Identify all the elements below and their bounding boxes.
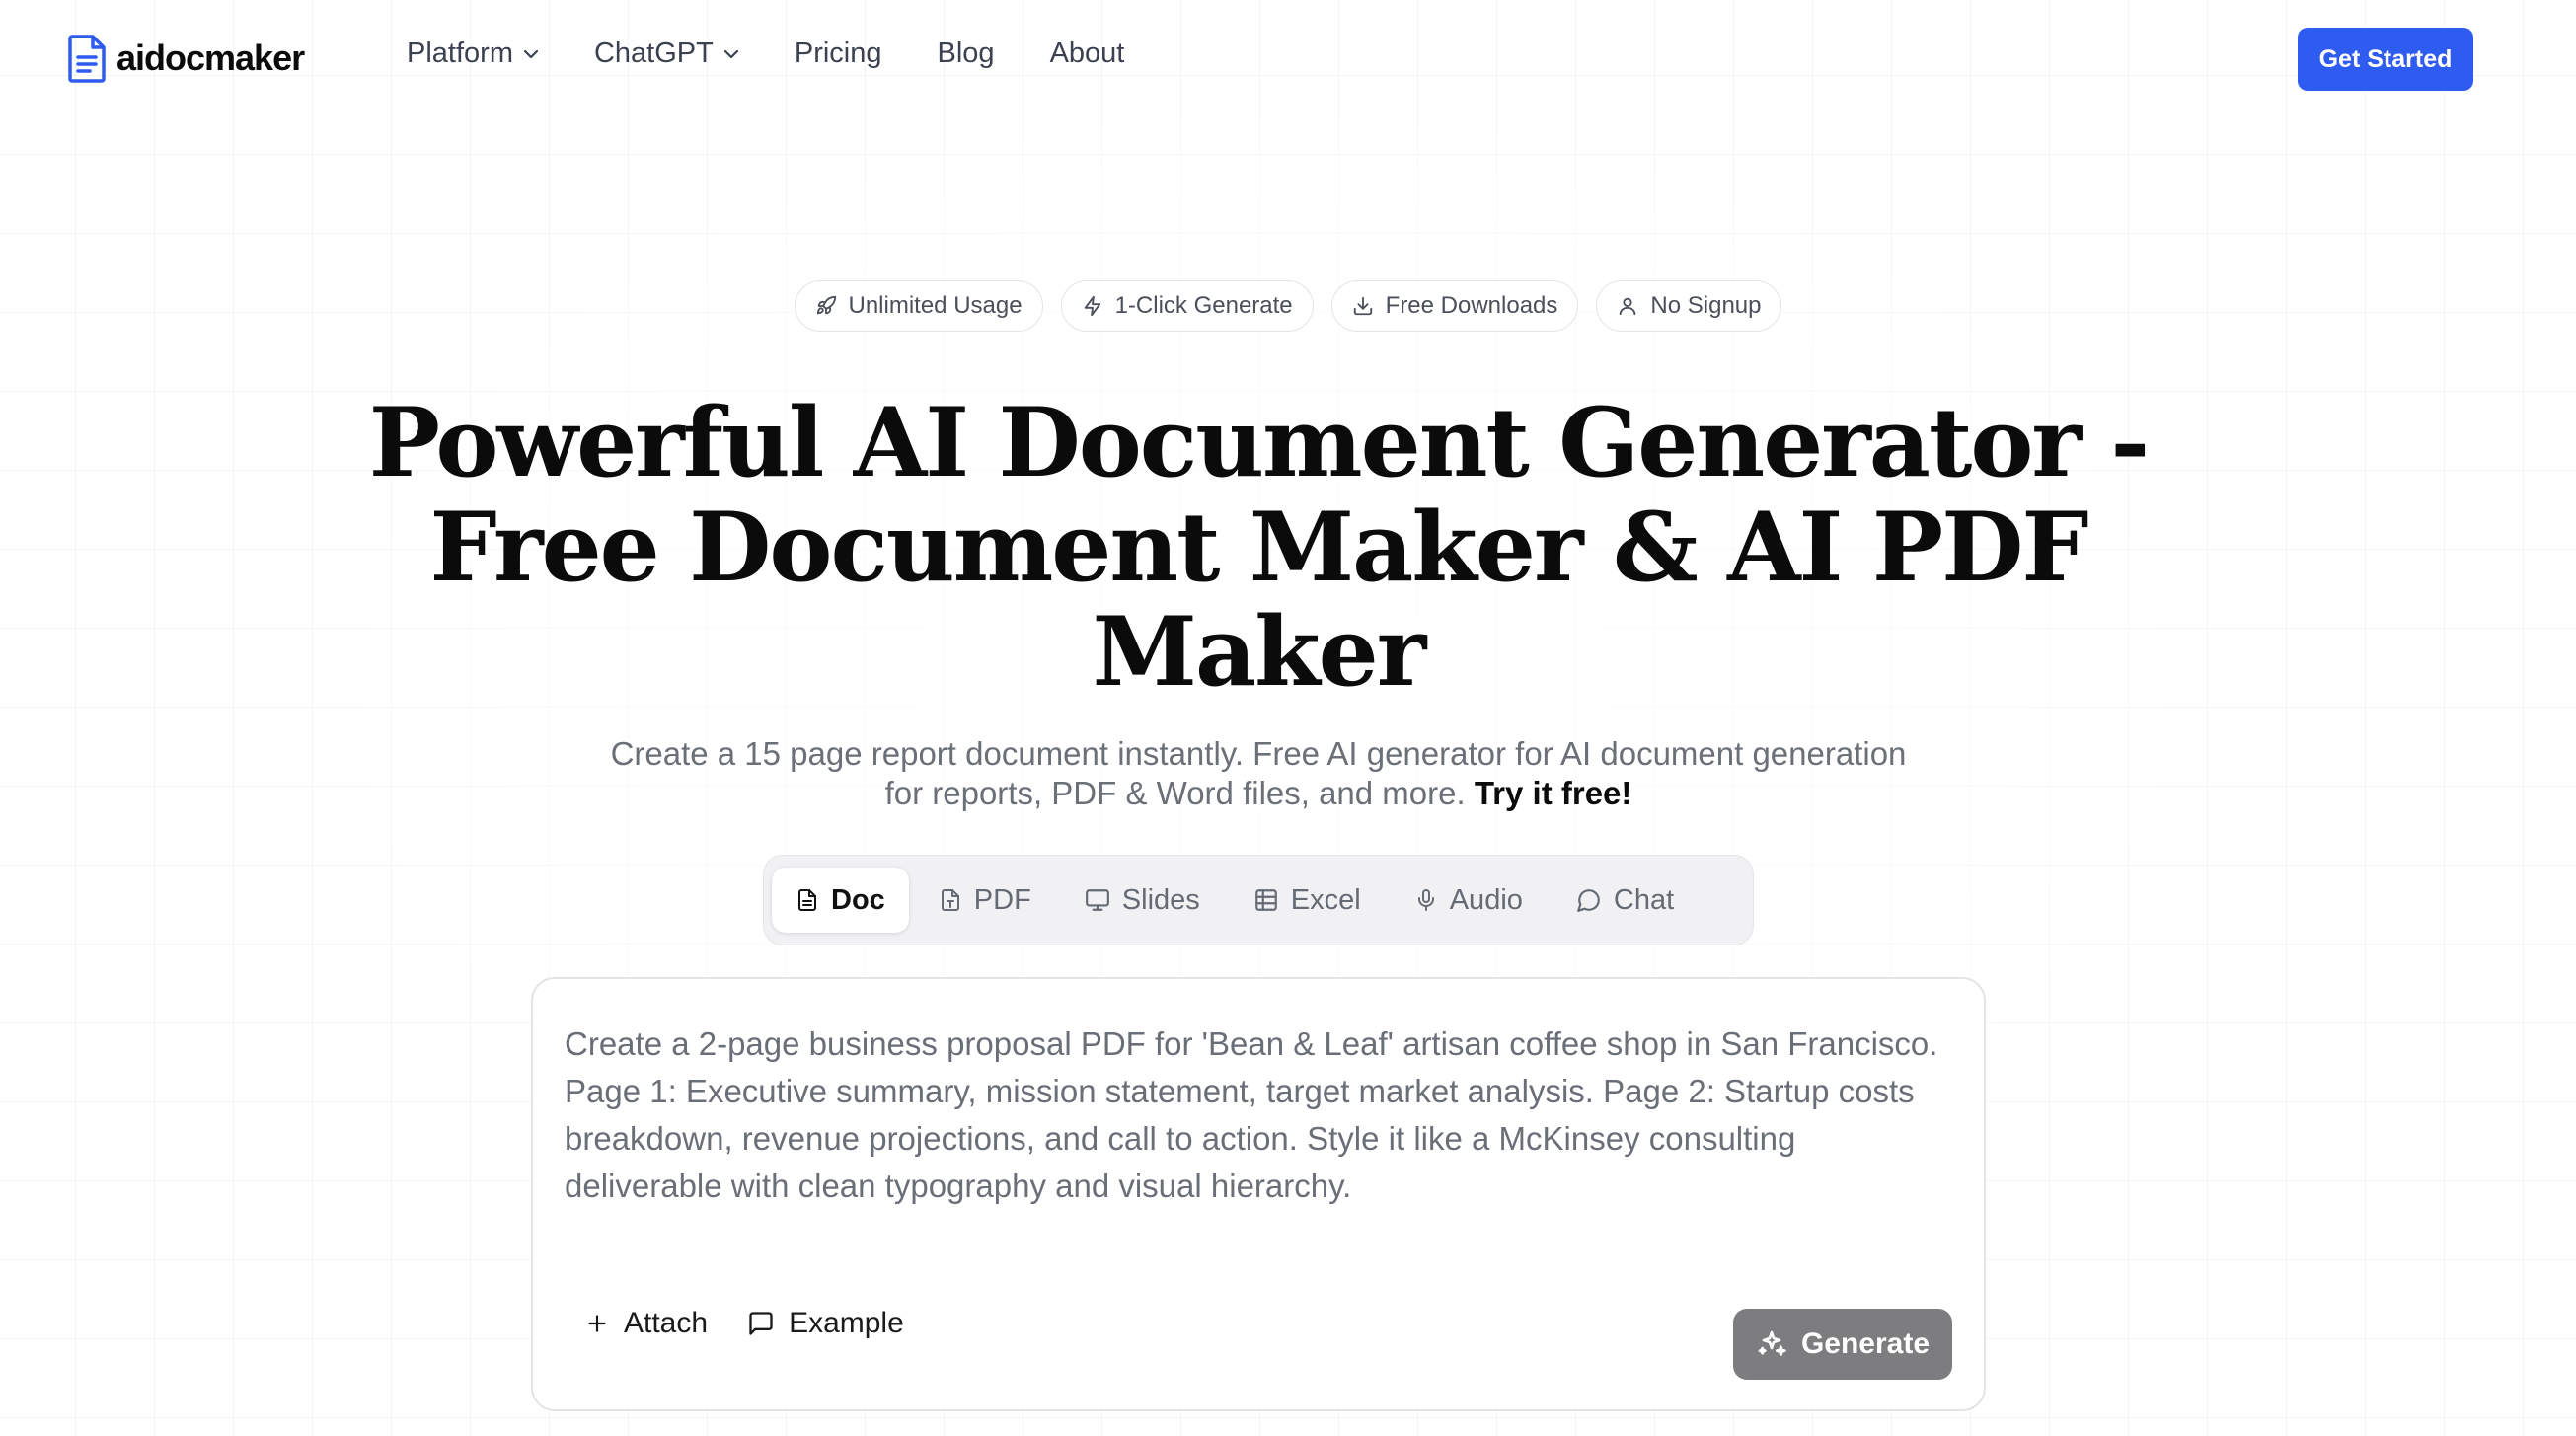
nav-item-platform[interactable]: Platform [407,38,539,70]
brand-name: aidocmaker [116,38,305,78]
attach-label: Attach [624,1307,709,1339]
chevron-down-icon [723,49,739,59]
example-button[interactable]: Example [747,1307,904,1340]
nav-label: ChatGPT [593,38,714,69]
tab-excel[interactable]: Excel [1230,868,1385,933]
prompt-actions: Attach Example [584,1307,904,1340]
get-started-button[interactable]: Get Started [2298,28,2473,91]
nav-item-blog[interactable]: Blog [938,38,995,70]
pdf-file-icon [939,887,962,913]
prompt-input[interactable]: Create a 2-page business proposal PDF fo… [565,1020,1956,1238]
tab-chat[interactable]: Chat [1553,868,1698,933]
hero-subtitle: Create a 15 page report document instant… [592,734,1925,813]
plus-icon [584,1311,610,1336]
attach-button[interactable]: Attach [584,1307,708,1340]
badge-unlimited-usage: Unlimited Usage [794,280,1043,332]
generate-button[interactable]: Generate [1733,1309,1952,1380]
tab-audio[interactable]: Audio [1391,868,1547,933]
badge-label: Unlimited Usage [848,292,1023,319]
document-icon [796,887,819,913]
tab-doc[interactable]: Doc [772,868,909,933]
nav-item-pricing[interactable]: Pricing [795,38,882,70]
tab-label: Slides [1121,883,1200,916]
lightning-icon [1082,295,1103,317]
badge-one-click-generate: 1-Click Generate [1060,280,1314,332]
tab-label: Chat [1613,883,1675,916]
nav-label: Platform [407,38,513,69]
download-icon [1352,295,1374,317]
nav-item-chatgpt[interactable]: ChatGPT [594,38,739,70]
nav-links: Platform ChatGPT Pricing Blog About [407,38,1124,70]
badge-label: No Signup [1650,292,1762,319]
badge-label: 1-Click Generate [1114,292,1293,319]
example-label: Example [789,1307,904,1339]
nav-label: Pricing [794,38,882,69]
document-logo-icon [67,34,107,83]
tab-label: Excel [1290,883,1361,916]
badge-free-downloads: Free Downloads [1330,280,1579,332]
subtitle-cta: Try it free! [1474,775,1632,811]
microphone-icon [1414,887,1438,913]
sparkles-icon [1756,1328,1787,1360]
nav-label: About [1049,38,1125,69]
output-type-tabs: Doc PDF Slides Excel Audio Chat [763,855,1754,945]
nav-label: Blog [937,38,995,69]
tab-slides[interactable]: Slides [1061,868,1224,933]
message-square-icon [747,1310,775,1337]
badge-label: Free Downloads [1385,292,1558,319]
tab-label: Audio [1449,883,1523,916]
page-title: Powerful AI Document Generator - Free Do… [368,387,2150,708]
logo[interactable]: aidocmaker [67,34,305,83]
badge-no-signup: No Signup [1596,280,1782,332]
tab-label: PDF [973,883,1031,916]
tab-label: Doc [831,883,885,916]
chat-bubble-icon [1576,887,1602,913]
subtitle-text: Create a 15 page report document instant… [610,735,1907,811]
table-icon [1253,887,1279,913]
presentation-icon [1085,887,1110,913]
user-icon [1617,295,1638,317]
rocket-icon [815,295,837,317]
tab-pdf[interactable]: PDF [915,868,1055,933]
chevron-down-icon [523,49,539,59]
generate-label: Generate [1800,1327,1931,1360]
top-navigation: aidocmaker Platform ChatGPT Pricing Blog… [0,0,2576,118]
prompt-card: Create a 2-page business proposal PDF fo… [531,977,1986,1411]
feature-badges: Unlimited Usage 1-Click Generate Free Do… [0,280,2576,332]
nav-item-about[interactable]: About [1050,38,1125,70]
